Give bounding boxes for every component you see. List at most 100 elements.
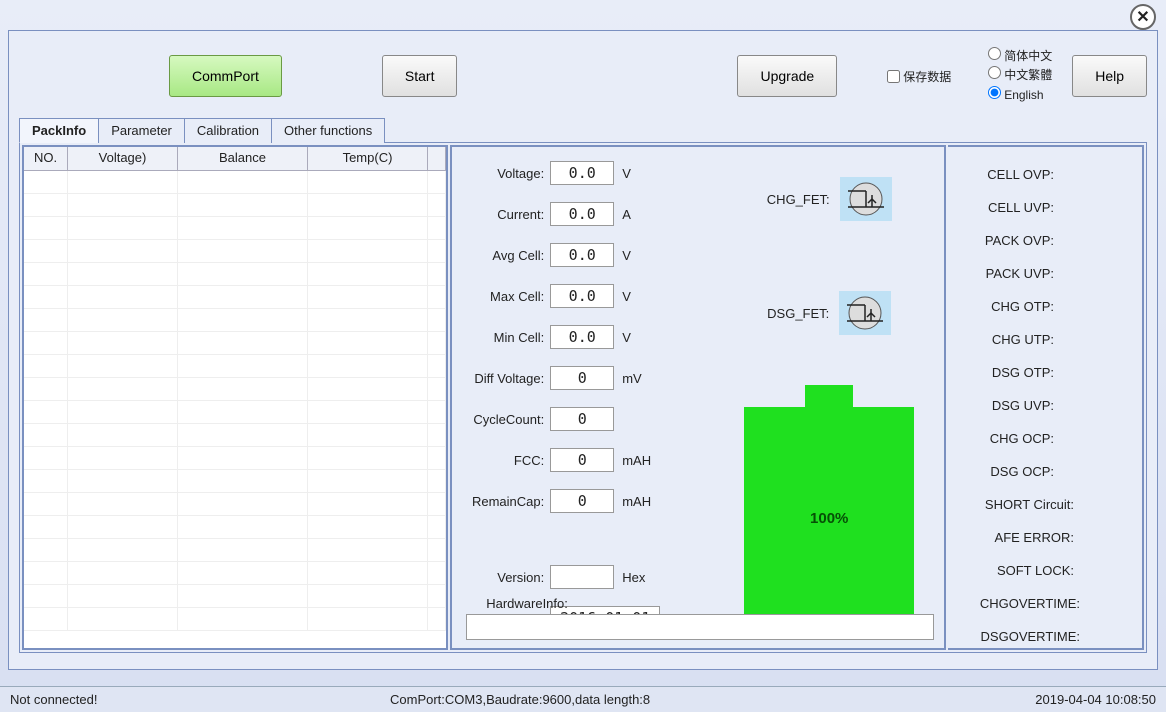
commport-button[interactable]: CommPort (169, 55, 282, 97)
mosfet-icon (840, 177, 892, 221)
mosfet-icon (839, 291, 891, 335)
table-row[interactable] (24, 378, 446, 401)
chg-fet-label: CHG_FET: (767, 192, 830, 207)
table-row[interactable] (24, 424, 446, 447)
reading-row: Voltage:0.0V (462, 161, 704, 185)
table-row[interactable] (24, 332, 446, 355)
reading-unit: mAH (622, 494, 658, 509)
alarm-status: SOFT LOCK: (997, 563, 1134, 578)
table-row[interactable] (24, 608, 446, 631)
alarm-status: DSG OTP: (992, 365, 1134, 380)
col-voltage[interactable]: Voltage) (68, 147, 178, 170)
table-row[interactable] (24, 171, 446, 194)
status-datetime: 2019-04-04 10:08:50 (1035, 692, 1156, 707)
help-button[interactable]: Help (1072, 55, 1147, 97)
alarm-status: PACK UVP: (986, 266, 1134, 281)
table-row[interactable] (24, 263, 446, 286)
lang-en[interactable]: English (988, 86, 1052, 105)
table-row[interactable] (24, 539, 446, 562)
reading-row: CycleCount:0 (462, 407, 704, 431)
table-row[interactable] (24, 286, 446, 309)
col-balance[interactable]: Balance (178, 147, 308, 170)
table-row[interactable] (24, 493, 446, 516)
battery-indicator: 100% (744, 385, 914, 629)
reading-unit: mV (622, 371, 658, 386)
status-bar: Not connected! ComPort:COM3,Baudrate:960… (0, 686, 1166, 712)
reading-label: Min Cell: (462, 330, 550, 345)
reading-row: Min Cell:0.0 V (462, 325, 704, 349)
table-row[interactable] (24, 240, 446, 263)
hardware-info-field[interactable] (466, 614, 934, 640)
dsg-fet-block: DSG_FET: (767, 291, 891, 335)
table-row[interactable] (24, 516, 446, 539)
tab-parameter[interactable]: Parameter (98, 118, 185, 143)
alarm-status: AFE ERROR: (995, 530, 1134, 545)
tab-bar: PackInfo Parameter Calibration Other fun… (19, 117, 1147, 143)
alarm-status: CHG UTP: (992, 332, 1134, 347)
table-row[interactable] (24, 470, 446, 493)
readings-panel: Voltage:0.0VCurrent:0.0AAvg Cell:0.0VMax… (450, 145, 946, 650)
tab-calibration[interactable]: Calibration (184, 118, 272, 143)
table-row[interactable] (24, 447, 446, 470)
col-no[interactable]: NO. (24, 147, 68, 170)
toolbar: CommPort Start Upgrade 保存数据 简体中文 中文繁體 En… (19, 41, 1147, 111)
alarm-panel: CELL OVP:CELL UVP:PACK OVP:PACK UVP:CHG … (948, 145, 1144, 650)
table-row[interactable] (24, 217, 446, 240)
reading-label: Current: (462, 207, 550, 222)
save-data-checkbox[interactable]: 保存数据 (887, 68, 951, 85)
table-row[interactable] (24, 585, 446, 608)
tab-other[interactable]: Other functions (271, 118, 385, 143)
reading-value: 0.0 (550, 325, 614, 349)
reading-row: RemainCap:0mAH (462, 489, 704, 513)
hardware-info-row: HardwareInfo: (466, 596, 934, 640)
chg-fet-block: CHG_FET: (767, 177, 892, 221)
reading-label: Max Cell: (462, 289, 550, 304)
alarm-status: CHG OTP: (991, 299, 1134, 314)
lang-cn-simp[interactable]: 简体中文 (988, 47, 1052, 66)
reading-unit: V (622, 330, 658, 345)
reading-unit: Hex (622, 570, 658, 585)
grid-header: NO. Voltage) Balance Temp(C) (24, 147, 446, 171)
table-row[interactable] (24, 401, 446, 424)
fet-battery-column: CHG_FET: (724, 157, 934, 630)
reading-row: Diff Voltage:0mV (462, 366, 704, 390)
reading-unit: V (622, 289, 658, 304)
reading-value (550, 565, 614, 589)
status-comport: ComPort:COM3,Baudrate:9600,data length:8 (390, 692, 1035, 707)
reading-value: 0.0 (550, 161, 614, 185)
save-data-input[interactable] (887, 70, 900, 83)
table-row[interactable] (24, 194, 446, 217)
reading-unit: mAH (622, 453, 658, 468)
alarm-status: DSG UVP: (992, 398, 1134, 413)
reading-value: 0.0 (550, 284, 614, 308)
reading-row: Max Cell:0.0 V (462, 284, 704, 308)
reading-unit: A (622, 207, 658, 222)
main-frame: CommPort Start Upgrade 保存数据 简体中文 中文繁體 En… (8, 30, 1158, 670)
alarm-status: DSG OCP: (990, 464, 1134, 479)
reading-value: 0 (550, 407, 614, 431)
alarm-status: DSGOVERTIME: (981, 629, 1134, 644)
alarm-status: SHORT Circuit: (985, 497, 1134, 512)
reading-value: 0 (550, 366, 614, 390)
col-temp[interactable]: Temp(C) (308, 147, 428, 170)
reading-value: 0 (550, 448, 614, 472)
table-row[interactable] (24, 562, 446, 585)
start-button[interactable]: Start (382, 55, 458, 97)
reading-label: Voltage: (462, 166, 550, 181)
reading-value: 0.0 (550, 243, 614, 267)
reading-label: RemainCap: (462, 494, 550, 509)
table-row[interactable] (24, 309, 446, 332)
dsg-fet-label: DSG_FET: (767, 306, 829, 321)
close-button[interactable]: ✕ (1130, 4, 1156, 30)
reading-value: 0.0 (550, 202, 614, 226)
alarm-status: CHGOVERTIME: (980, 596, 1134, 611)
language-selector: 简体中文 中文繁體 English (988, 47, 1052, 105)
upgrade-button[interactable]: Upgrade (737, 55, 837, 97)
reading-label: Version: (462, 570, 550, 585)
reading-unit: V (622, 248, 658, 263)
lang-cn-trad[interactable]: 中文繁體 (988, 66, 1052, 85)
tab-packinfo[interactable]: PackInfo (19, 118, 99, 143)
alarm-status: CELL UVP: (988, 200, 1134, 215)
table-row[interactable] (24, 355, 446, 378)
grid-body[interactable] (24, 171, 446, 648)
